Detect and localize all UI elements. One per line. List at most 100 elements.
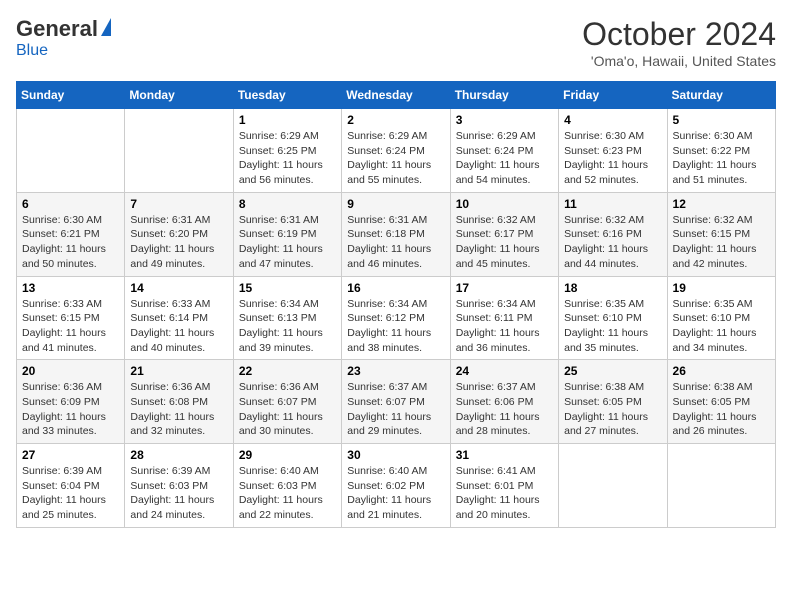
day-number: 29 bbox=[239, 448, 336, 462]
calendar-cell: 14 Sunrise: 6:33 AMSunset: 6:14 PMDayligh… bbox=[125, 276, 233, 360]
logo-general-text: General bbox=[16, 16, 98, 42]
month-title: October 2024 bbox=[582, 16, 776, 53]
logo: General Blue bbox=[16, 16, 111, 60]
calendar-cell bbox=[125, 109, 233, 193]
calendar-cell: 2Sunrise: 6:29 AMSunset: 6:24 PMDaylight… bbox=[342, 109, 450, 193]
day-number: 19 bbox=[673, 281, 770, 295]
day-number: 9 bbox=[347, 197, 444, 211]
day-info: Sunrise: 6:31 AMSunset: 6:20 PMDaylight:… bbox=[130, 213, 227, 272]
day-number: 18 bbox=[564, 281, 661, 295]
day-info: Sunrise: 6:36 AMSunset: 6:09 PMDaylight:… bbox=[22, 380, 119, 439]
calendar-cell: 8 Sunrise: 6:31 AMSunset: 6:19 PMDaylight… bbox=[233, 192, 341, 276]
calendar-header-row: SundayMondayTuesdayWednesdayThursdayFrid… bbox=[17, 82, 776, 109]
day-number: 1 bbox=[239, 113, 336, 127]
calendar-cell: 21Sunrise: 6:36 AMSunset: 6:08 PMDayligh… bbox=[125, 360, 233, 444]
calendar-cell: 7Sunrise: 6:31 AMSunset: 6:20 PMDaylight… bbox=[125, 192, 233, 276]
calendar-cell: 22 Sunrise: 6:36 AMSunset: 6:07 PMDayligh… bbox=[233, 360, 341, 444]
day-number: 4 bbox=[564, 113, 661, 127]
calendar-header-wednesday: Wednesday bbox=[342, 82, 450, 109]
day-number: 14 bbox=[130, 281, 227, 295]
day-info: Sunrise: 6:39 AMSunset: 6:04 PMDaylight:… bbox=[22, 464, 119, 523]
calendar-cell: 19 Sunrise: 6:35 AMSunset: 6:10 PMDayligh… bbox=[667, 276, 775, 360]
calendar-table: SundayMondayTuesdayWednesdayThursdayFrid… bbox=[16, 81, 776, 528]
calendar-cell: 31Sunrise: 6:41 AMSunset: 6:01 PMDayligh… bbox=[450, 444, 558, 528]
calendar-week-row: 1 Sunrise: 6:29 AMSunset: 6:25 PMDaylight… bbox=[17, 109, 776, 193]
day-number: 25 bbox=[564, 364, 661, 378]
calendar-header-friday: Friday bbox=[559, 82, 667, 109]
day-info: Sunrise: 6:41 AMSunset: 6:01 PMDaylight:… bbox=[456, 464, 553, 523]
calendar-cell: 30Sunrise: 6:40 AMSunset: 6:02 PMDayligh… bbox=[342, 444, 450, 528]
calendar-cell: 27 Sunrise: 6:39 AMSunset: 6:04 PMDayligh… bbox=[17, 444, 125, 528]
calendar-cell: 20 Sunrise: 6:36 AMSunset: 6:09 PMDayligh… bbox=[17, 360, 125, 444]
calendar-header-sunday: Sunday bbox=[17, 82, 125, 109]
calendar-cell: 23 Sunrise: 6:37 AMSunset: 6:07 PMDayligh… bbox=[342, 360, 450, 444]
day-number: 20 bbox=[22, 364, 119, 378]
day-info: Sunrise: 6:34 AMSunset: 6:11 PMDaylight:… bbox=[456, 297, 553, 356]
calendar-cell: 12 Sunrise: 6:32 AMSunset: 6:15 PMDayligh… bbox=[667, 192, 775, 276]
calendar-cell bbox=[559, 444, 667, 528]
day-number: 2 bbox=[347, 113, 444, 127]
day-info: Sunrise: 6:29 AMSunset: 6:24 PMDaylight:… bbox=[456, 129, 553, 188]
day-info: Sunrise: 6:39 AMSunset: 6:03 PMDaylight:… bbox=[130, 464, 227, 523]
day-info: Sunrise: 6:32 AMSunset: 6:17 PMDaylight:… bbox=[456, 213, 553, 272]
location-subtitle: 'Oma'o, Hawaii, United States bbox=[582, 53, 776, 69]
calendar-cell: 11Sunrise: 6:32 AMSunset: 6:16 PMDayligh… bbox=[559, 192, 667, 276]
calendar-cell: 26 Sunrise: 6:38 AMSunset: 6:05 PMDayligh… bbox=[667, 360, 775, 444]
day-info: Sunrise: 6:32 AMSunset: 6:15 PMDaylight:… bbox=[673, 213, 770, 272]
day-info: Sunrise: 6:30 AMSunset: 6:23 PMDaylight:… bbox=[564, 129, 661, 188]
day-number: 11 bbox=[564, 197, 661, 211]
calendar-cell: 10 Sunrise: 6:32 AMSunset: 6:17 PMDayligh… bbox=[450, 192, 558, 276]
day-info: Sunrise: 6:35 AMSunset: 6:10 PMDaylight:… bbox=[564, 297, 661, 356]
day-info: Sunrise: 6:37 AMSunset: 6:06 PMDaylight:… bbox=[456, 380, 553, 439]
day-number: 27 bbox=[22, 448, 119, 462]
day-info: Sunrise: 6:37 AMSunset: 6:07 PMDaylight:… bbox=[347, 380, 444, 439]
day-number: 12 bbox=[673, 197, 770, 211]
day-number: 15 bbox=[239, 281, 336, 295]
calendar-cell: 18 Sunrise: 6:35 AMSunset: 6:10 PMDayligh… bbox=[559, 276, 667, 360]
day-info: Sunrise: 6:31 AMSunset: 6:18 PMDaylight:… bbox=[347, 213, 444, 272]
day-number: 8 bbox=[239, 197, 336, 211]
day-number: 5 bbox=[673, 113, 770, 127]
calendar-cell: 1 Sunrise: 6:29 AMSunset: 6:25 PMDaylight… bbox=[233, 109, 341, 193]
day-number: 10 bbox=[456, 197, 553, 211]
calendar-cell: 25Sunrise: 6:38 AMSunset: 6:05 PMDayligh… bbox=[559, 360, 667, 444]
day-number: 3 bbox=[456, 113, 553, 127]
day-number: 16 bbox=[347, 281, 444, 295]
day-info: Sunrise: 6:30 AMSunset: 6:22 PMDaylight:… bbox=[673, 129, 770, 188]
calendar-cell: 13 Sunrise: 6:33 AMSunset: 6:15 PMDayligh… bbox=[17, 276, 125, 360]
day-info: Sunrise: 6:38 AMSunset: 6:05 PMDaylight:… bbox=[673, 380, 770, 439]
calendar-cell bbox=[17, 109, 125, 193]
logo-triangle-icon bbox=[101, 18, 111, 36]
calendar-cell: 9 Sunrise: 6:31 AMSunset: 6:18 PMDaylight… bbox=[342, 192, 450, 276]
day-info: Sunrise: 6:40 AMSunset: 6:03 PMDaylight:… bbox=[239, 464, 336, 523]
day-info: Sunrise: 6:33 AMSunset: 6:15 PMDaylight:… bbox=[22, 297, 119, 356]
day-number: 17 bbox=[456, 281, 553, 295]
day-number: 13 bbox=[22, 281, 119, 295]
calendar-cell: 16 Sunrise: 6:34 AMSunset: 6:12 PMDayligh… bbox=[342, 276, 450, 360]
calendar-cell: 29 Sunrise: 6:40 AMSunset: 6:03 PMDayligh… bbox=[233, 444, 341, 528]
day-info: Sunrise: 6:33 AMSunset: 6:14 PMDaylight:… bbox=[130, 297, 227, 356]
calendar-week-row: 27 Sunrise: 6:39 AMSunset: 6:04 PMDayligh… bbox=[17, 444, 776, 528]
day-info: Sunrise: 6:29 AMSunset: 6:25 PMDaylight:… bbox=[239, 129, 336, 188]
day-number: 26 bbox=[673, 364, 770, 378]
calendar-header-thursday: Thursday bbox=[450, 82, 558, 109]
calendar-cell: 24 Sunrise: 6:37 AMSunset: 6:06 PMDayligh… bbox=[450, 360, 558, 444]
day-info: Sunrise: 6:36 AMSunset: 6:07 PMDaylight:… bbox=[239, 380, 336, 439]
calendar-week-row: 20 Sunrise: 6:36 AMSunset: 6:09 PMDayligh… bbox=[17, 360, 776, 444]
day-number: 24 bbox=[456, 364, 553, 378]
calendar-cell: 3 Sunrise: 6:29 AMSunset: 6:24 PMDaylight… bbox=[450, 109, 558, 193]
day-info: Sunrise: 6:30 AMSunset: 6:21 PMDaylight:… bbox=[22, 213, 119, 272]
day-number: 6 bbox=[22, 197, 119, 211]
day-number: 23 bbox=[347, 364, 444, 378]
day-number: 22 bbox=[239, 364, 336, 378]
calendar-header-tuesday: Tuesday bbox=[233, 82, 341, 109]
title-section: October 2024 'Oma'o, Hawaii, United Stat… bbox=[582, 16, 776, 69]
day-info: Sunrise: 6:40 AMSunset: 6:02 PMDaylight:… bbox=[347, 464, 444, 523]
day-info: Sunrise: 6:35 AMSunset: 6:10 PMDaylight:… bbox=[673, 297, 770, 356]
calendar-cell: 5 Sunrise: 6:30 AMSunset: 6:22 PMDaylight… bbox=[667, 109, 775, 193]
day-number: 28 bbox=[130, 448, 227, 462]
calendar-header-saturday: Saturday bbox=[667, 82, 775, 109]
day-info: Sunrise: 6:34 AMSunset: 6:12 PMDaylight:… bbox=[347, 297, 444, 356]
calendar-cell: 28 Sunrise: 6:39 AMSunset: 6:03 PMDayligh… bbox=[125, 444, 233, 528]
day-info: Sunrise: 6:31 AMSunset: 6:19 PMDaylight:… bbox=[239, 213, 336, 272]
